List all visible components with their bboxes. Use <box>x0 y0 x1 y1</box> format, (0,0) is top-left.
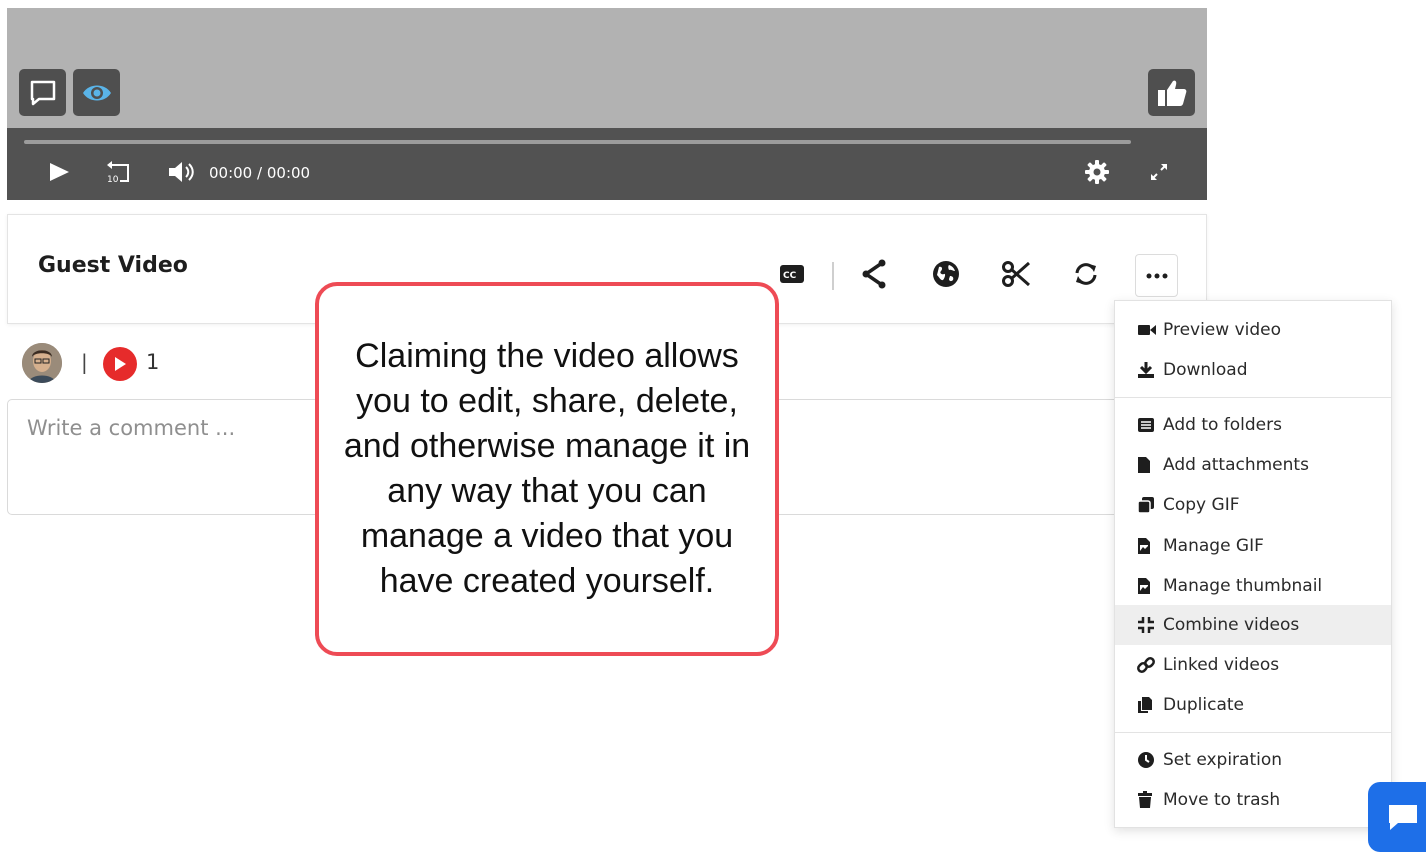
avatar[interactable] <box>22 343 62 383</box>
menu-separator <box>1115 732 1391 733</box>
menu-item-set-expiration[interactable]: Set expiration <box>1115 740 1391 780</box>
fullscreen-icon <box>1151 164 1167 180</box>
visibility-button[interactable] <box>929 258 963 290</box>
refresh-icon <box>1075 263 1097 285</box>
scissors-icon <box>1002 261 1030 287</box>
menu-item-label: Preview video <box>1163 320 1282 340</box>
user-avatar-image <box>22 343 62 383</box>
duplicate-icon <box>1137 695 1159 715</box>
comment-toggle-button[interactable] <box>19 69 66 116</box>
menu-item-add-attachments[interactable]: Add attachments <box>1115 445 1391 485</box>
svg-text:CC: CC <box>783 271 797 281</box>
link-icon <box>1137 655 1159 675</box>
play-icon <box>115 357 126 371</box>
menu-separator <box>1115 397 1391 398</box>
menu-item-download[interactable]: Download <box>1115 350 1391 390</box>
more-options-button[interactable] <box>1135 254 1178 297</box>
menu-item-label: Set expiration <box>1163 750 1283 770</box>
time-separator: / <box>257 164 263 182</box>
image-file-icon <box>1137 536 1159 556</box>
menu-item-label: Combine videos <box>1163 615 1300 635</box>
views-badge <box>103 347 137 381</box>
time-total: 00:00 <box>266 164 311 182</box>
toolbar-divider <box>832 262 834 290</box>
volume-button[interactable] <box>165 157 199 187</box>
menu-item-combine-videos[interactable]: Combine videos <box>1115 605 1391 645</box>
video-player[interactable]: 10 00:00 / 00:00 <box>7 8 1207 200</box>
svg-text:10: 10 <box>107 175 119 185</box>
video-camera-icon <box>1137 320 1159 340</box>
progress-bar[interactable] <box>24 140 1131 144</box>
tutorial-callout: Claiming the video allows you to edit, s… <box>315 282 779 656</box>
like-button[interactable] <box>1148 69 1195 116</box>
view-toggle-button[interactable] <box>73 69 120 116</box>
captions-button[interactable]: CC <box>778 258 806 290</box>
menu-item-label: Manage thumbnail <box>1163 576 1323 596</box>
menu-item-label: Download <box>1163 360 1248 380</box>
menu-item-copy-gif[interactable]: Copy GIF <box>1115 485 1391 525</box>
menu-item-duplicate[interactable]: Duplicate <box>1115 685 1391 725</box>
view-count: 1 <box>146 350 160 374</box>
gear-icon <box>1085 160 1109 184</box>
share-icon <box>862 259 886 289</box>
play-icon <box>50 163 69 181</box>
volume-icon <box>169 162 194 182</box>
menu-item-label: Add to folders <box>1163 415 1282 435</box>
menu-item-label: Duplicate <box>1163 695 1244 715</box>
menu-item-preview-video[interactable]: Preview video <box>1115 310 1391 350</box>
thumbs-up-icon <box>1157 80 1186 106</box>
menu-item-move-to-trash[interactable]: Move to trash <box>1115 780 1391 820</box>
menu-item-label: Add attachments <box>1163 455 1309 475</box>
player-controls: 10 00:00 / 00:00 <box>7 128 1207 200</box>
time-readout: 00:00 / 00:00 <box>209 164 310 182</box>
video-title: Guest Video <box>38 253 188 278</box>
globe-icon <box>933 261 959 287</box>
comment-placeholder: Write a comment ... <box>27 416 236 440</box>
menu-item-label: Manage GIF <box>1163 536 1264 556</box>
eye-icon <box>82 85 111 100</box>
trim-button[interactable] <box>999 258 1033 290</box>
replace-button[interactable] <box>1070 258 1102 290</box>
meta-separator: | <box>81 350 88 374</box>
menu-item-manage-gif[interactable]: Manage GIF <box>1115 526 1391 566</box>
menu-item-linked-videos[interactable]: Linked videos <box>1115 645 1391 685</box>
copy-icon <box>1137 495 1159 515</box>
menu-item-label: Linked videos <box>1163 655 1280 675</box>
file-icon <box>1137 455 1159 475</box>
play-button[interactable] <box>45 158 73 186</box>
menu-item-add-to-folders[interactable]: Add to folders <box>1115 405 1391 445</box>
comment-icon <box>30 80 55 105</box>
share-button[interactable] <box>858 258 890 290</box>
download-icon <box>1137 360 1159 380</box>
menu-item-label: Copy GIF <box>1163 495 1240 515</box>
more-options-menu: Preview video Download Add to folders Ad… <box>1114 300 1392 828</box>
time-current: 00:00 <box>209 164 253 182</box>
combine-icon <box>1137 615 1159 635</box>
menu-item-manage-thumbnail[interactable]: Manage thumbnail <box>1115 566 1391 606</box>
chat-launcher-button[interactable] <box>1368 782 1426 852</box>
rewind-10-button[interactable]: 10 <box>103 157 135 187</box>
callout-text: Claiming the video allows you to edit, s… <box>343 337 751 600</box>
more-icon <box>1146 273 1167 278</box>
menu-item-label: Move to trash <box>1163 790 1281 810</box>
settings-button[interactable] <box>1083 158 1111 186</box>
list-icon <box>1137 415 1159 435</box>
fullscreen-button[interactable] <box>1145 158 1173 186</box>
rewind-10-icon: 10 <box>107 161 129 185</box>
chat-icon <box>1389 805 1417 830</box>
image-file-icon <box>1137 576 1159 596</box>
trash-icon <box>1137 790 1159 810</box>
closed-captions-icon: CC <box>780 265 804 283</box>
clock-icon <box>1137 750 1159 770</box>
